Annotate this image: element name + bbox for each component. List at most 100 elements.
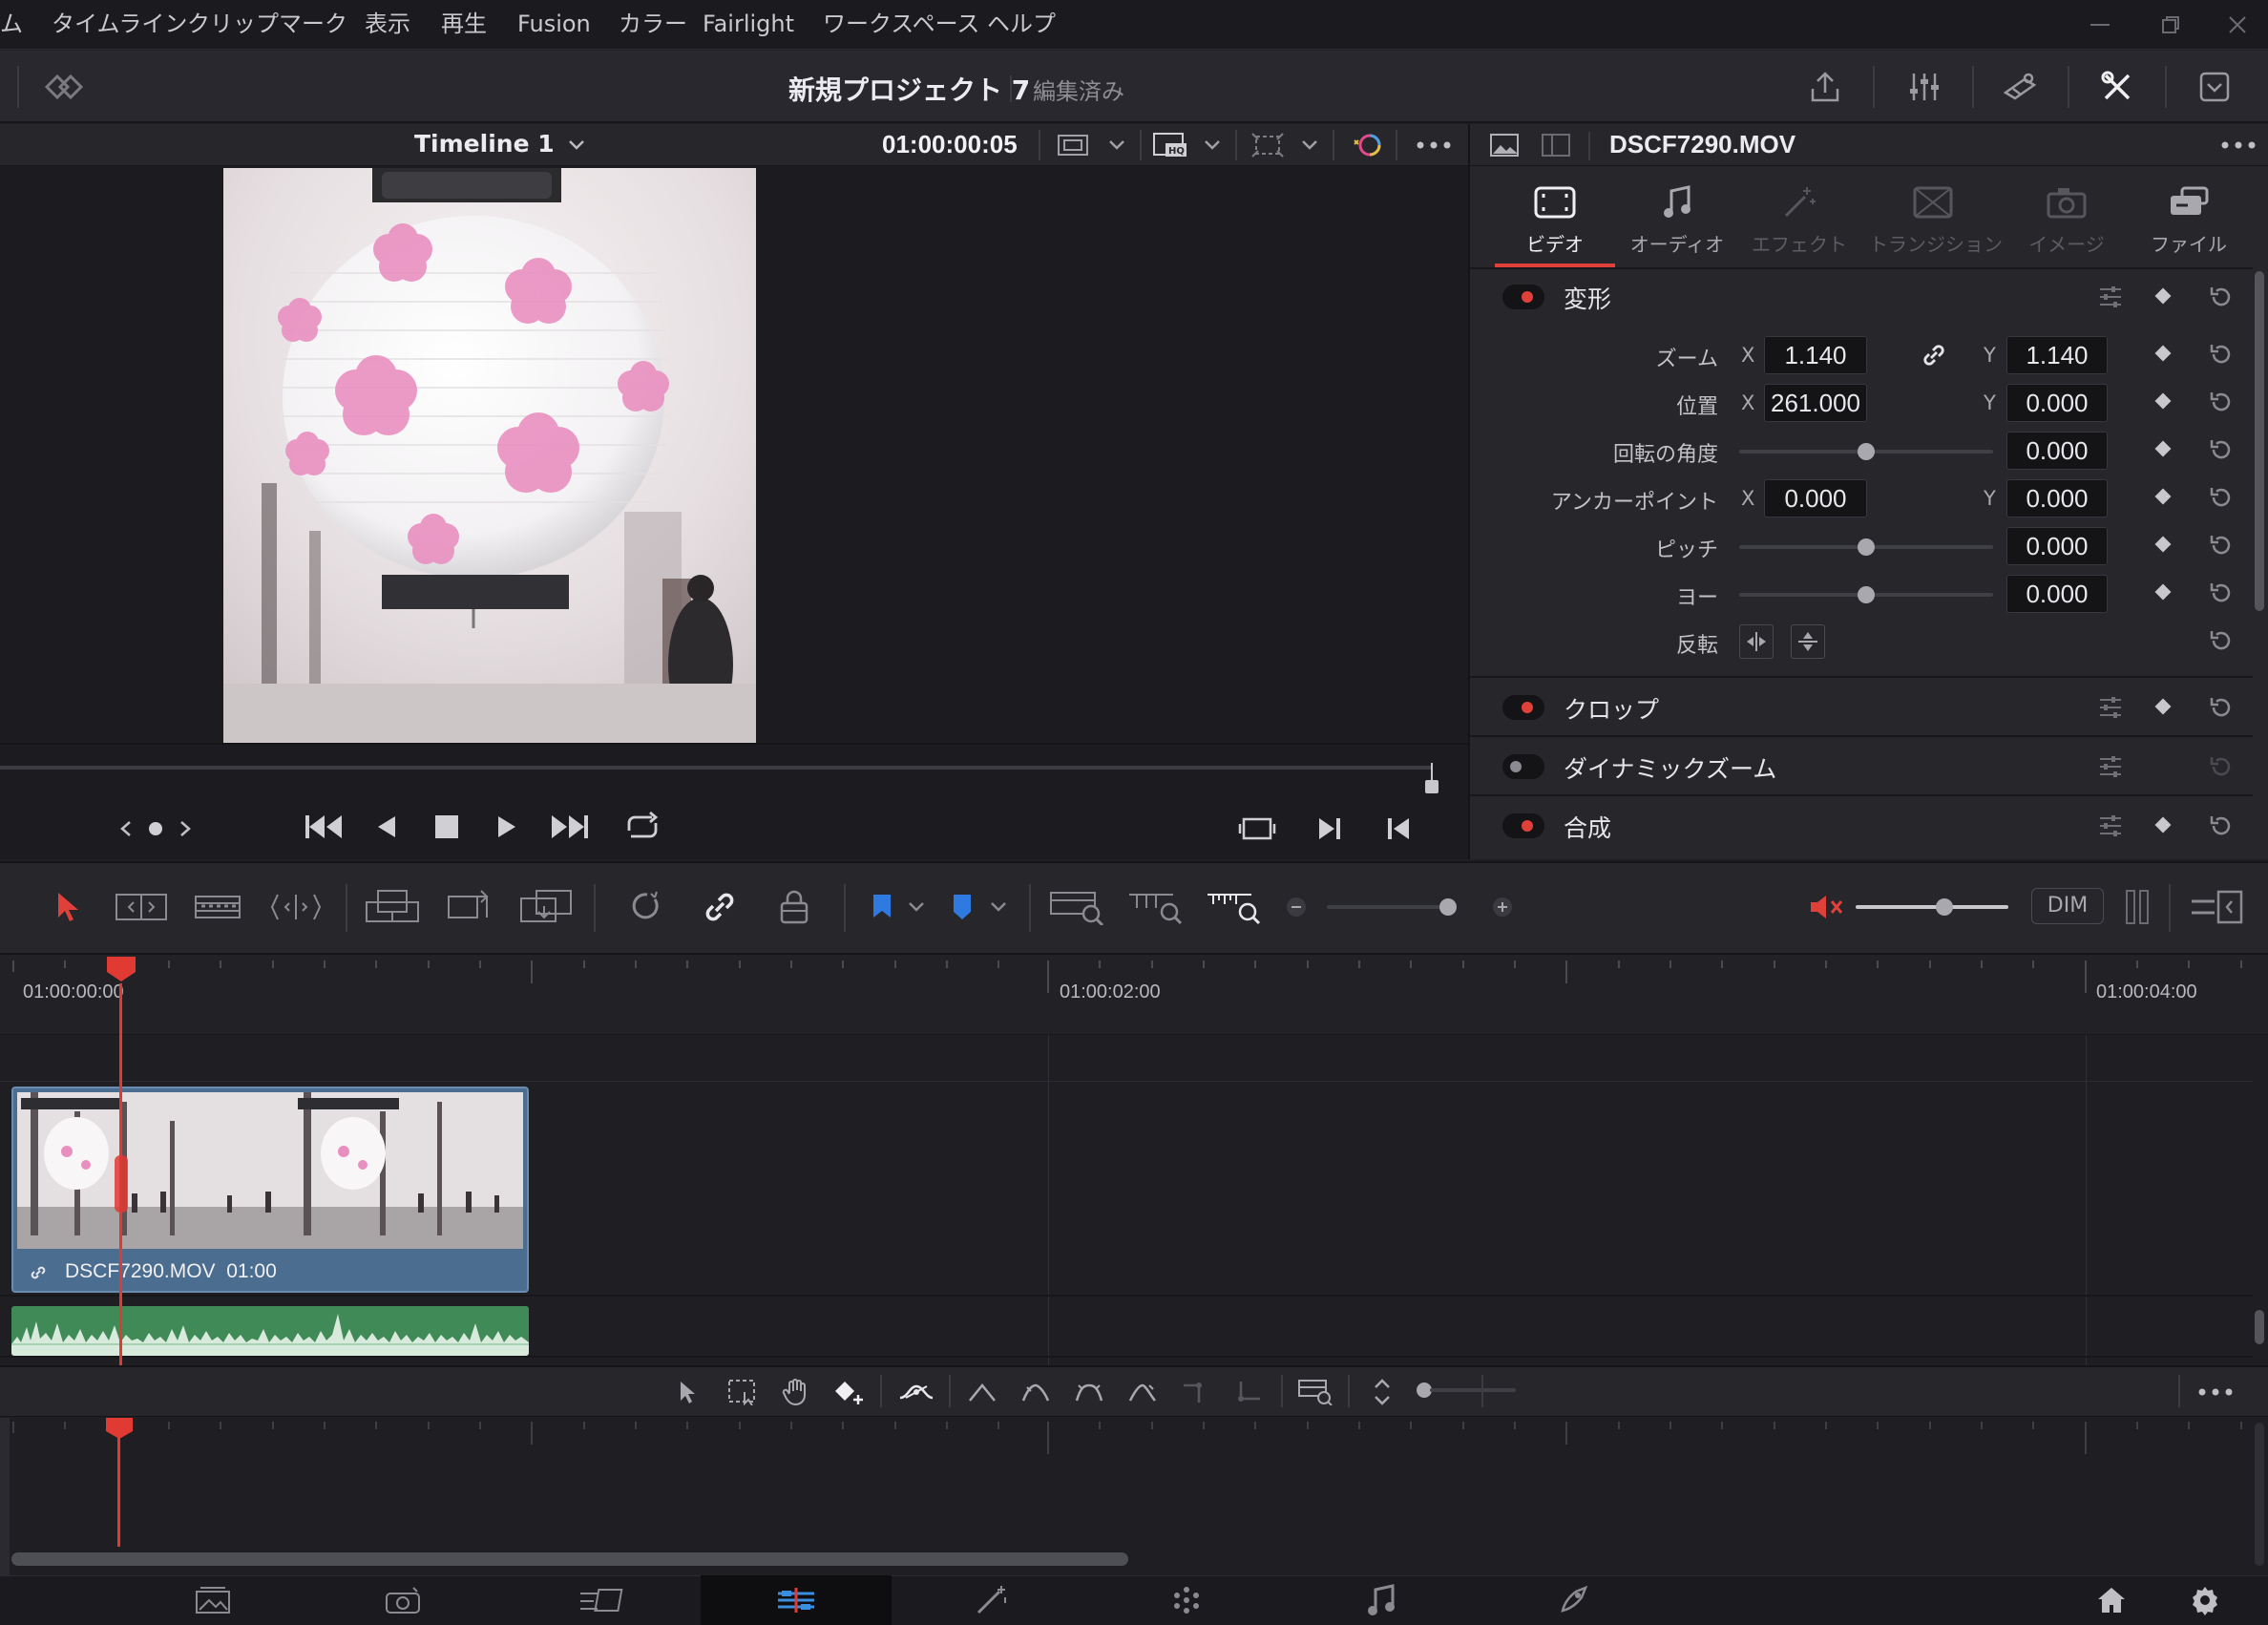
color-page-icon[interactable] — [1165, 1581, 1208, 1619]
menu-item-workspace[interactable]: ワークスペース — [823, 0, 979, 50]
media-pool-toggle-icon[interactable] — [38, 70, 95, 104]
inspector-scrollbar[interactable] — [2255, 271, 2264, 611]
split-view-icon[interactable] — [1537, 128, 1575, 162]
anchor-x-field[interactable]: 0.000 — [1764, 479, 1867, 517]
dynamic-zoom-enable-toggle[interactable] — [1502, 754, 1544, 779]
anchor-y-field[interactable]: 0.000 — [2006, 479, 2108, 517]
timeline-zoom-slider[interactable] — [1327, 905, 1457, 909]
viewer-scrubber[interactable] — [0, 766, 1432, 770]
linked-selection-icon[interactable] — [697, 886, 743, 928]
zoom-x-field[interactable]: 1.140 — [1764, 336, 1867, 374]
go-to-start-icon[interactable] — [300, 806, 347, 848]
metadata-icon[interactable] — [1997, 64, 2043, 110]
transform-overlay-icon[interactable] — [1247, 128, 1289, 162]
settings-gear-icon[interactable] — [2184, 1581, 2226, 1619]
selection-tool-icon[interactable] — [48, 886, 86, 928]
close-icon[interactable] — [2218, 10, 2257, 40]
pitch-field[interactable]: 0.000 — [2006, 527, 2108, 565]
tab-transition[interactable]: トランジション — [1869, 168, 2003, 267]
playhead-handle-icon[interactable] — [103, 955, 139, 983]
reset-icon[interactable] — [2205, 529, 2237, 561]
fairlight-page-icon[interactable] — [1359, 1581, 1403, 1619]
fusion-page-icon[interactable] — [970, 1581, 1014, 1619]
step-in-icon[interactable] — [1178, 1375, 1214, 1409]
cut-page-icon[interactable] — [382, 1581, 426, 1619]
position-lock-icon[interactable] — [771, 886, 817, 928]
crop-enable-toggle[interactable] — [1502, 695, 1544, 720]
snapping-icon[interactable] — [622, 886, 668, 928]
zoom-out-icon[interactable] — [1283, 894, 1310, 920]
chevron-down-icon[interactable] — [1298, 128, 1321, 162]
play-reverse-icon[interactable] — [367, 806, 409, 848]
tab-audio[interactable]: オーディオ — [1617, 168, 1737, 267]
tab-video[interactable]: ビデオ — [1495, 168, 1615, 267]
go-to-end-icon[interactable] — [546, 806, 594, 848]
match-frame-icon[interactable] — [1235, 808, 1279, 850]
rotation-field[interactable]: 0.000 — [2006, 432, 2108, 470]
add-keyframe-icon[interactable] — [830, 1375, 869, 1409]
chevron-down-icon[interactable] — [1201, 128, 1224, 162]
tab-image[interactable]: イメージ — [2006, 168, 2127, 267]
curve-zoom-slider[interactable] — [1430, 1388, 1516, 1392]
insert-clip-icon[interactable] — [363, 886, 422, 928]
reset-icon[interactable] — [2205, 481, 2237, 514]
edit-page-icon[interactable] — [771, 1581, 821, 1619]
settings-sliders-icon[interactable] — [2094, 691, 2127, 724]
reset-icon[interactable] — [2205, 810, 2237, 842]
timecode-display[interactable]: 01:00:00:05 — [882, 130, 1018, 159]
detail-zoom-icon[interactable] — [1124, 886, 1187, 928]
trim-tool-icon[interactable] — [113, 886, 170, 928]
more-options-icon[interactable] — [2216, 128, 2260, 162]
reset-icon[interactable] — [2205, 433, 2237, 466]
image-thumbnail-icon[interactable] — [1485, 128, 1523, 162]
menu-item-view[interactable]: 表示 — [365, 0, 410, 50]
horizontal-scrollbar[interactable] — [11, 1552, 1128, 1566]
blade-tool-icon[interactable] — [267, 886, 325, 928]
menu-item-fairlight[interactable]: Fairlight — [703, 0, 794, 50]
zoom-in-icon[interactable] — [1489, 894, 1516, 920]
replace-clip-icon[interactable] — [514, 886, 577, 928]
audio-meter-icon[interactable] — [2121, 886, 2153, 928]
menu-item-workspace-app[interactable]: ム — [0, 0, 23, 50]
more-options-icon[interactable] — [1413, 128, 1455, 162]
section-title-crop[interactable]: クロップ — [1564, 691, 1659, 726]
mixer-icon[interactable] — [1901, 64, 1947, 110]
pitch-slider-knob[interactable] — [1858, 538, 1875, 556]
volume-knob[interactable] — [1936, 898, 1953, 916]
flag-icon[interactable] — [863, 886, 901, 928]
curve-smooth-icon[interactable] — [895, 1375, 937, 1409]
composite-enable-toggle[interactable] — [1502, 813, 1544, 838]
link-icon[interactable] — [1915, 336, 1953, 374]
tab-effects[interactable]: エフェクト — [1739, 168, 1859, 267]
expand-panel-icon[interactable] — [2192, 64, 2237, 110]
menu-item-timeline[interactable]: タイムライン — [52, 0, 187, 50]
custom-zoom-icon[interactable] — [1203, 886, 1266, 928]
deliver-page-icon[interactable] — [1552, 1581, 1596, 1619]
home-icon[interactable] — [2090, 1581, 2132, 1619]
reset-icon[interactable] — [2205, 281, 2237, 313]
dynamic-trim-icon[interactable] — [189, 886, 246, 928]
section-title-composite[interactable]: 合成 — [1564, 810, 1611, 844]
stop-icon[interactable] — [426, 806, 468, 848]
step-out-icon[interactable] — [1231, 1375, 1268, 1409]
settings-sliders-icon[interactable] — [2094, 750, 2127, 783]
menu-item-color[interactable]: カラー — [619, 0, 687, 50]
ease-in-out-icon[interactable] — [1071, 1375, 1107, 1409]
zoom-y-field[interactable]: 1.140 — [2006, 336, 2108, 374]
pointer-tool-icon[interactable] — [670, 1375, 704, 1409]
timeline-scrollbar[interactable] — [2255, 1310, 2264, 1344]
tab-file[interactable]: ファイル — [2129, 168, 2249, 267]
box-select-icon[interactable] — [724, 1375, 762, 1409]
menu-item-mark[interactable]: マーク — [279, 0, 347, 50]
overwrite-clip-icon[interactable] — [441, 886, 494, 928]
timeline-zoom-knob[interactable] — [1439, 898, 1457, 916]
rotation-slider-knob[interactable] — [1858, 443, 1875, 460]
chevron-down-icon[interactable] — [903, 886, 930, 928]
play-icon[interactable] — [485, 806, 527, 848]
position-x-field[interactable]: 261.000 — [1764, 384, 1867, 422]
inspector-tools-icon[interactable] — [2094, 64, 2140, 110]
sidebar-toggle-icon[interactable] — [2188, 886, 2245, 928]
settings-sliders-icon[interactable] — [2094, 281, 2127, 313]
media-page-icon[interactable] — [191, 1581, 235, 1619]
video-clip[interactable]: DSCF7290.MOV 01:00 — [11, 1087, 529, 1293]
